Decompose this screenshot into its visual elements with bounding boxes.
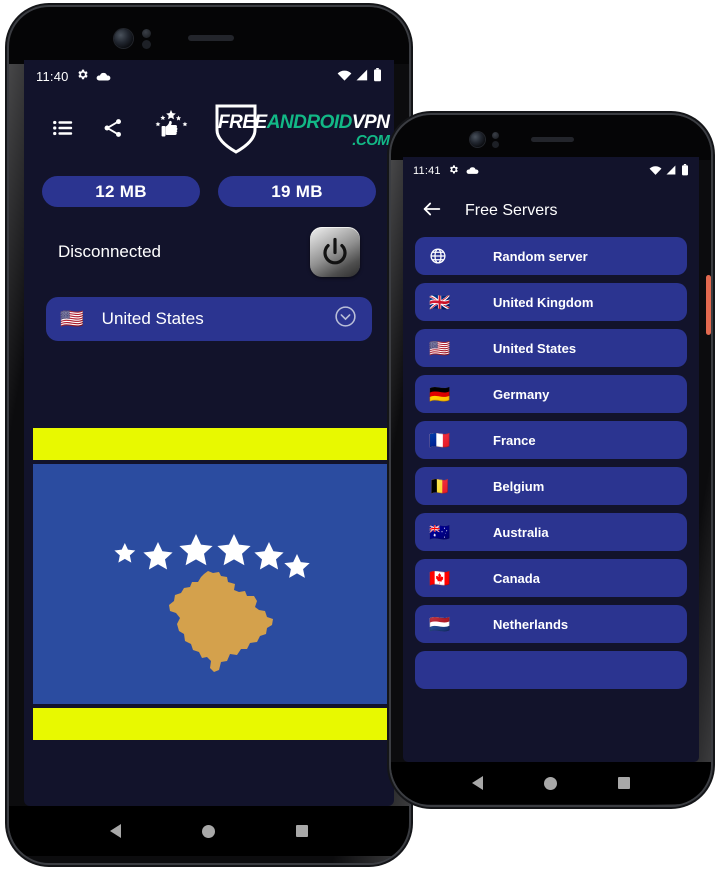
gear-icon-2 (448, 164, 459, 178)
signal-icon-2 (666, 165, 677, 178)
nav-back-button[interactable] (471, 776, 483, 790)
wifi-icon (337, 69, 352, 84)
cloud-icon (96, 69, 111, 84)
country-selector[interactable]: 🇺🇸 United States (46, 297, 372, 341)
server-list[interactable]: Random server 🇬🇧 United Kingdom 🇺🇸 Unite… (403, 237, 699, 689)
nav-home-button[interactable] (543, 776, 557, 790)
phone-device-primary: 11:40 FREEANDROIDVPN .COM 12 MB 19 MB Di… (9, 7, 409, 863)
server-list-item-partial[interactable] (415, 651, 687, 689)
server-list-item-united-kingdom[interactable]: 🇬🇧 United Kingdom (415, 283, 687, 321)
phone2-side-button[interactable] (706, 275, 711, 335)
server-name-label: France (493, 432, 536, 448)
phone2-status-bar: 11:41 (403, 157, 699, 185)
status-time: 11:40 (36, 68, 69, 84)
nav-home-button[interactable] (201, 824, 215, 838)
server-name-label: Canada (493, 570, 540, 586)
phone2-navigation-bar (391, 762, 711, 804)
logo-text-com: .COM (352, 131, 390, 149)
nav-recents-button[interactable] (618, 777, 631, 789)
nav-recents-button[interactable] (296, 825, 309, 837)
server-name-label: Australia (493, 524, 549, 540)
country-name-label: United States (101, 309, 204, 328)
server-name-label: Belgium (493, 478, 545, 494)
chevron-down-icon[interactable] (333, 304, 358, 334)
light-sensor-icon (142, 40, 151, 49)
earpiece-speaker (188, 35, 234, 41)
rate-us-icon[interactable] (152, 109, 190, 148)
server-list-item-canada[interactable]: 🇨🇦 Canada (415, 559, 687, 597)
server-name-label: United States (493, 340, 577, 356)
phone-device-secondary: 11:41 Free Servers Random server 🇬🇧 Unit… (391, 115, 711, 805)
server-list-item-netherlands[interactable]: 🇳🇱 Netherlands (415, 605, 687, 643)
logo-text-free: FREE (218, 111, 267, 133)
globe-icon (429, 247, 449, 265)
banner-bottom-band (33, 708, 388, 740)
status-time-2: 11:41 (413, 165, 441, 177)
back-arrow-icon[interactable] (421, 198, 443, 225)
status-right-group (337, 67, 382, 85)
power-button[interactable] (310, 227, 360, 277)
server-list-item-germany[interactable]: 🇩🇪 Germany (415, 375, 687, 413)
connection-status-text: Disconnected (58, 242, 162, 261)
status-right-group-2 (649, 163, 689, 179)
front-camera-icon (114, 29, 133, 48)
flag-icon: 🇦🇺 (429, 522, 451, 542)
ad-banner-kosovo-flag[interactable] (33, 428, 388, 743)
download-stat-pill[interactable]: 12 MB (42, 176, 200, 207)
flag-icon: 🇳🇱 (429, 614, 451, 634)
front-camera-icon-2 (470, 132, 485, 147)
phone1-toolbar: FREEANDROIDVPN .COM (24, 92, 394, 168)
flag-icon: 🇩🇪 (429, 384, 451, 404)
server-list-item-random[interactable]: Random server (415, 237, 687, 275)
banner-top-band (33, 428, 388, 460)
signal-icon (356, 69, 369, 84)
server-list-item-united-states[interactable]: 🇺🇸 United States (415, 329, 687, 367)
server-list-item-australia[interactable]: 🇦🇺 Australia (415, 513, 687, 551)
flag-icon: 🇧🇪 (429, 476, 451, 496)
kosovo-flag-svg (33, 464, 388, 704)
cloud-icon-2 (466, 165, 479, 177)
server-list-item-belgium[interactable]: 🇧🇪 Belgium (415, 467, 687, 505)
phone2-app-bar: Free Servers (403, 185, 699, 237)
earpiece-speaker-2 (531, 137, 574, 142)
server-name-label: Random server (493, 248, 588, 264)
logo-text-vpn: VPN (351, 111, 390, 133)
server-list-item-france[interactable]: 🇫🇷 France (415, 421, 687, 459)
share-icon[interactable] (102, 117, 124, 144)
server-name-label: Netherlands (493, 616, 569, 632)
page-title: Free Servers (465, 202, 558, 219)
server-name-label: United Kingdom (493, 294, 594, 310)
proximity-sensor-icon (142, 29, 151, 38)
kosovo-flag-image (33, 464, 388, 704)
phone1-screen: 11:40 FREEANDROIDVPN .COM 12 MB 19 MB Di… (24, 60, 394, 806)
country-flag-icon: 🇺🇸 (60, 309, 84, 330)
light-sensor-icon-2 (492, 141, 499, 148)
app-logo: FREEANDROIDVPN .COM (215, 104, 393, 154)
proximity-sensor-icon-2 (492, 132, 499, 139)
upload-stat-label: 19 MB (271, 181, 323, 201)
gear-icon (76, 68, 89, 84)
status-left-group-2: 11:41 (413, 164, 479, 178)
phone1-connection-row: Disconnected (24, 227, 394, 277)
nav-back-button[interactable] (109, 824, 121, 838)
battery-icon (373, 67, 382, 85)
phone2-screen: 11:41 Free Servers Random server 🇬🇧 Unit… (403, 157, 699, 762)
flag-icon: 🇨🇦 (429, 568, 451, 588)
phone1-navigation-bar (9, 806, 409, 856)
phone1-data-stats-row: 12 MB 19 MB (24, 176, 394, 207)
flag-icon: 🇺🇸 (429, 338, 451, 358)
flag-icon: 🇬🇧 (429, 292, 451, 312)
screenshot-stage: 11:40 FREEANDROIDVPN .COM 12 MB 19 MB Di… (0, 0, 719, 870)
upload-stat-pill[interactable]: 19 MB (218, 176, 376, 207)
download-stat-label: 12 MB (95, 181, 147, 201)
battery-icon-2 (681, 163, 689, 179)
phone1-status-bar: 11:40 (24, 60, 394, 92)
flag-icon: 🇫🇷 (429, 430, 451, 450)
wifi-icon-2 (649, 165, 662, 178)
status-left-group: 11:40 (36, 68, 111, 84)
logo-text-android: ANDROID (266, 111, 353, 133)
server-name-label: Germany (493, 386, 550, 402)
list-menu-icon[interactable] (52, 117, 74, 144)
